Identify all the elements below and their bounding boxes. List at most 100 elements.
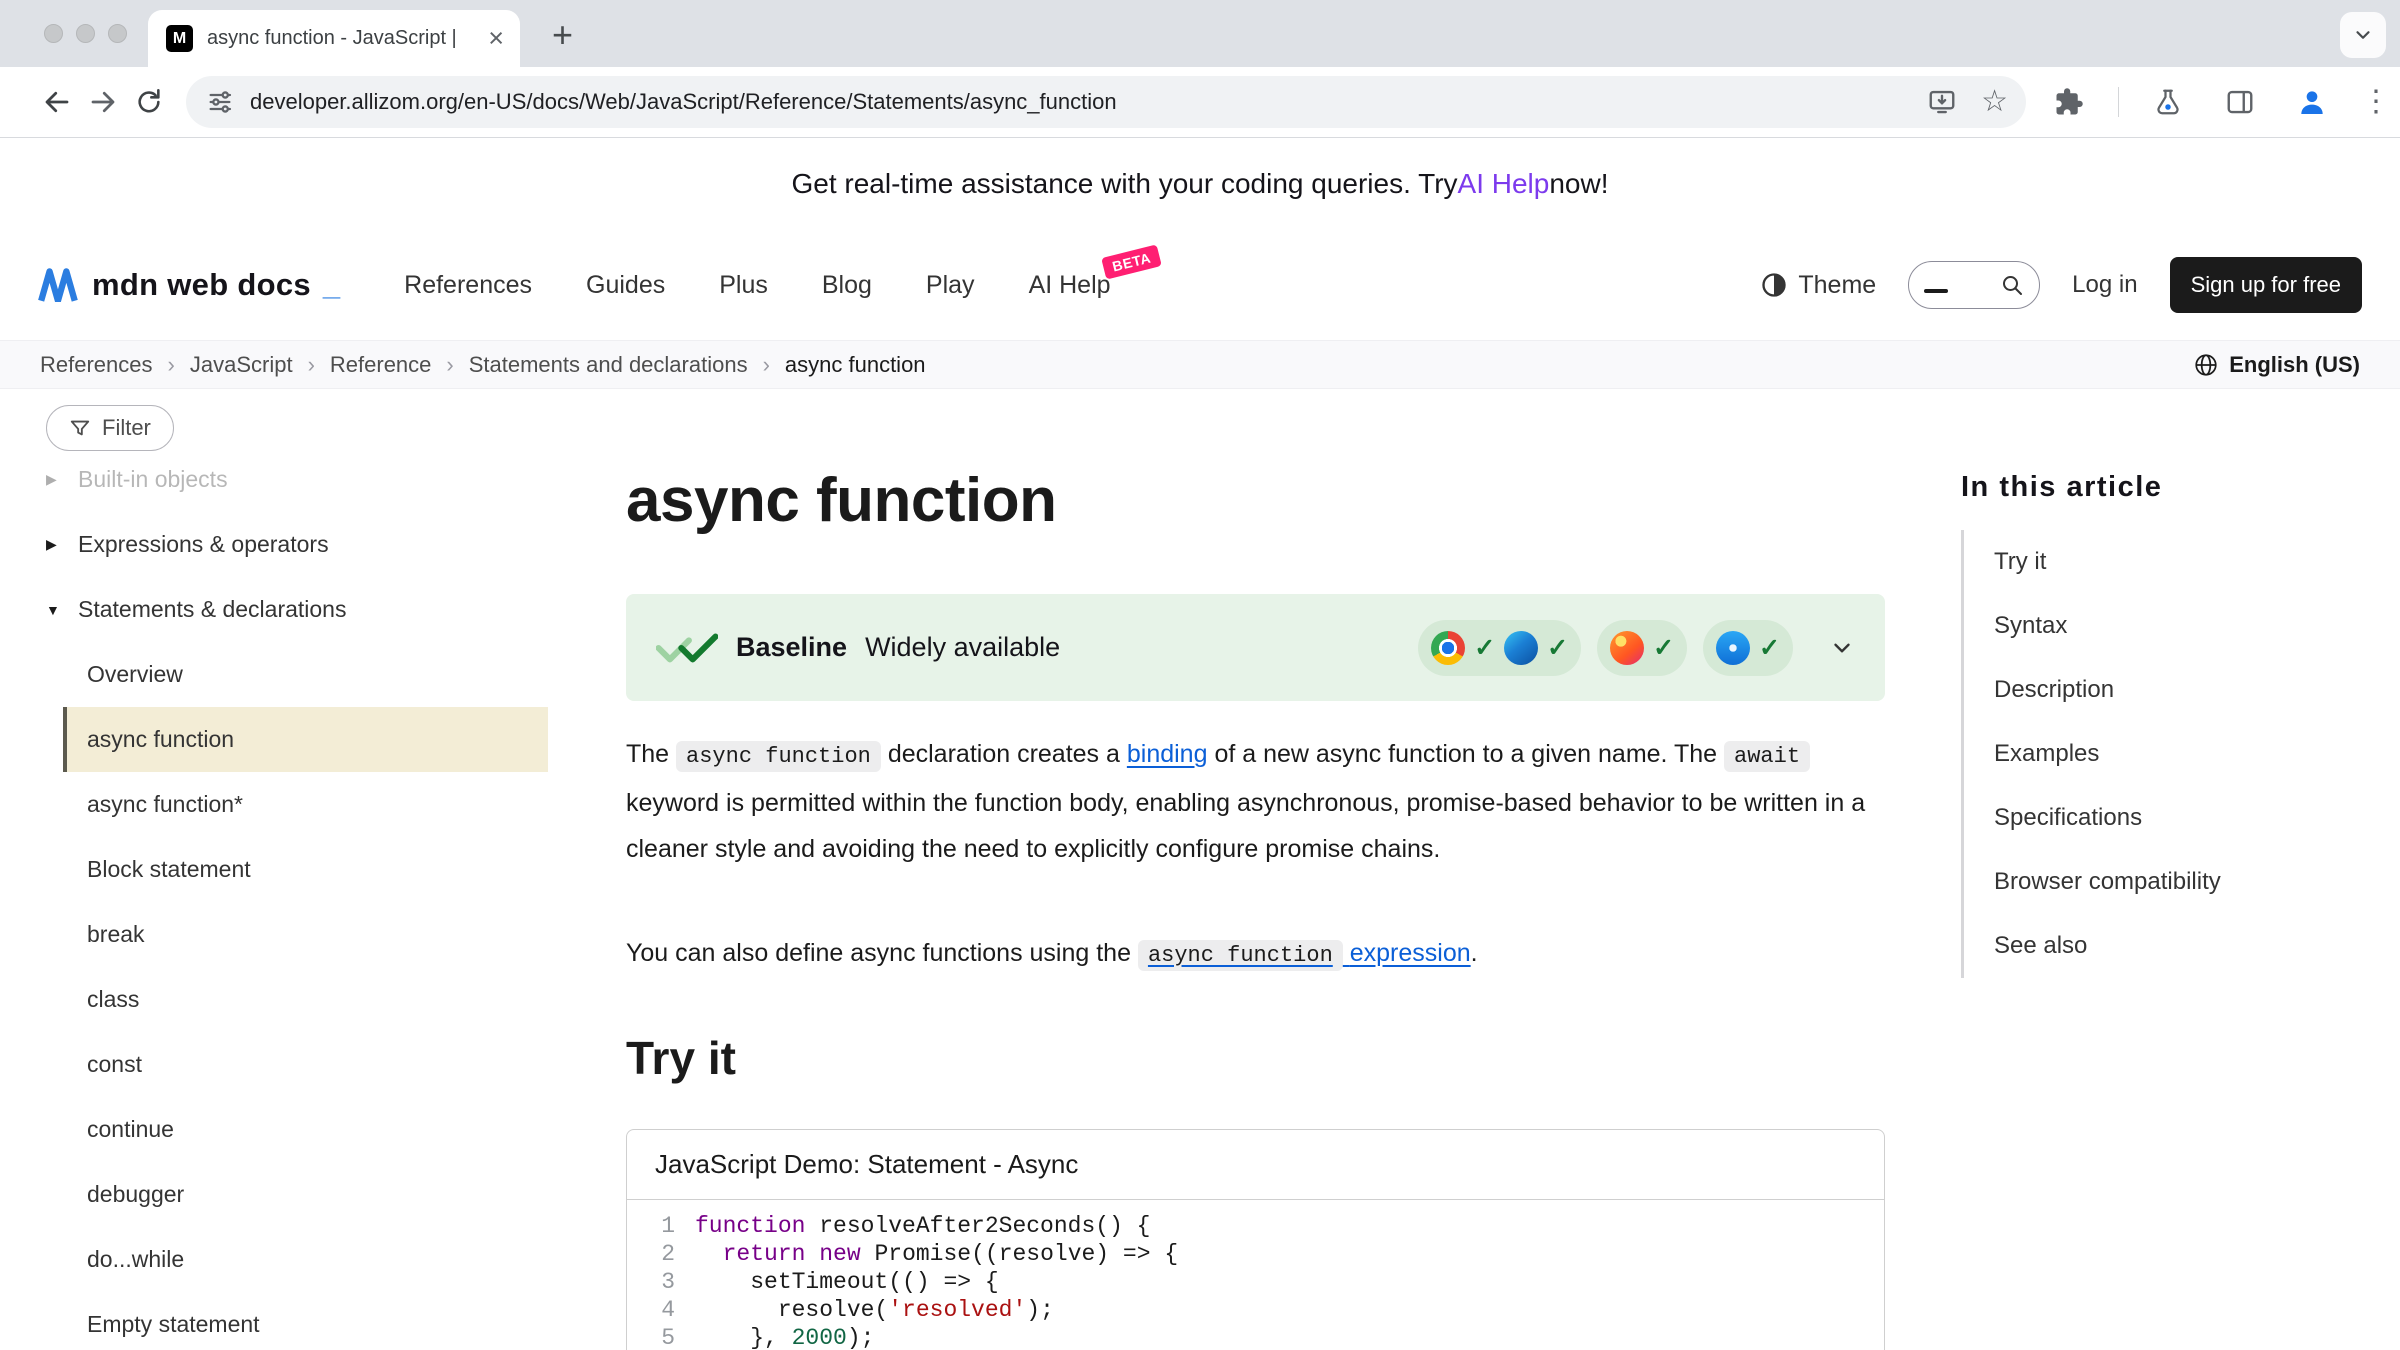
code-lines[interactable]: function resolveAfter2Seconds() { return… <box>675 1212 1178 1350</box>
breadcrumb-separator: › <box>168 352 175 378</box>
intro-paragraph: The async function declaration creates a… <box>626 731 1885 872</box>
baseline-banner: Baseline Widely available ✓ ✓ ✓ ✓ <box>626 594 1885 701</box>
nav-ai-help[interactable]: AI HelpBETA <box>1029 271 1111 300</box>
toc-syntax[interactable]: Syntax <box>1994 594 2371 658</box>
try-it-heading: Try it <box>626 1031 1885 1085</box>
globe-icon <box>2193 352 2219 378</box>
breadcrumb-statements[interactable]: Statements and declarations <box>469 352 748 378</box>
filter-funnel-icon <box>69 417 91 439</box>
mdn-logo-text: mdn web docs <box>92 267 311 303</box>
async-function-expression-link[interactable]: async function expression <box>1138 939 1471 967</box>
address-bar[interactable]: developer.allizom.org/en-US/docs/Web/Jav… <box>186 76 2026 128</box>
search-icon[interactable] <box>2000 273 2024 297</box>
browser-toolbar: developer.allizom.org/en-US/docs/Web/Jav… <box>0 67 2400 138</box>
inline-code: await <box>1724 741 1810 772</box>
support-pill-firefox: ✓ <box>1597 620 1687 676</box>
back-arrow-icon <box>42 87 72 117</box>
url-text[interactable]: developer.allizom.org/en-US/docs/Web/Jav… <box>250 89 1903 115</box>
profile-button[interactable] <box>2289 79 2335 125</box>
toc-browser-compatibility[interactable]: Browser compatibility <box>1994 850 2371 914</box>
reload-button[interactable] <box>126 79 172 125</box>
window-minimize-button[interactable] <box>76 24 95 43</box>
chevron-down-icon: ▼ <box>46 602 78 618</box>
toc-description[interactable]: Description <box>1994 658 2371 722</box>
browser-support-icons: ✓ ✓ ✓ ✓ <box>1418 620 1793 676</box>
page-title: async function <box>626 465 1885 536</box>
promo-text: Get real-time assistance with your codin… <box>791 168 1457 200</box>
language-switcher[interactable]: English (US) <box>2193 352 2360 378</box>
chrome-icon <box>1431 631 1465 665</box>
search-cursor <box>1924 289 1948 293</box>
firefox-icon <box>1610 631 1644 665</box>
safari-icon <box>1716 631 1750 665</box>
article-page: Filter ▶Built-in objects ▶Expressions & … <box>0 389 2400 1350</box>
baseline-expand-button[interactable] <box>1829 635 1855 661</box>
binding-link[interactable]: binding <box>1127 740 1208 768</box>
code-gutter: 123456 <box>627 1212 675 1350</box>
breadcrumb-javascript[interactable]: JavaScript <box>190 352 293 378</box>
browser-tab[interactable]: M async function - JavaScript | × <box>148 10 520 67</box>
signup-button[interactable]: Sign up for free <box>2170 257 2362 313</box>
forward-button[interactable] <box>80 79 126 125</box>
site-header: mdn web docs_ References Guides Plus Blo… <box>0 230 2400 340</box>
site-settings-icon[interactable] <box>206 88 234 116</box>
sidebar-item-class[interactable]: class <box>46 967 548 1032</box>
baseline-check-icon <box>656 629 718 667</box>
back-button[interactable] <box>34 79 80 125</box>
nav-guides[interactable]: Guides <box>586 271 665 300</box>
tab-search-button[interactable] <box>2340 12 2386 58</box>
toolbar-actions: ⋮ <box>2046 79 2391 125</box>
mdn-logo[interactable]: mdn web docs_ <box>38 267 340 303</box>
sidebar-section-expressions-operators[interactable]: ▶Expressions & operators <box>46 512 548 577</box>
sidebar-item-empty-statement[interactable]: Empty statement <box>46 1292 548 1350</box>
expression-paragraph: You can also define async functions usin… <box>626 930 1885 979</box>
browser-menu-button[interactable]: ⋮ <box>2361 87 2391 117</box>
sidebar-item-continue[interactable]: continue <box>46 1097 548 1162</box>
tab-close-icon[interactable]: × <box>488 25 504 52</box>
theme-icon <box>1760 271 1788 299</box>
flask-icon <box>2153 87 2183 117</box>
code-editor[interactable]: 123456 function resolveAfter2Seconds() {… <box>627 1200 1884 1350</box>
nav-blog[interactable]: Blog <box>822 271 872 300</box>
toc-specifications[interactable]: Specifications <box>1994 786 2371 850</box>
sidebar-item-const[interactable]: const <box>46 1032 548 1097</box>
sidebar-item-do-while[interactable]: do...while <box>46 1227 548 1292</box>
new-tab-button[interactable]: + <box>552 14 573 56</box>
nav-plus[interactable]: Plus <box>719 271 768 300</box>
sidebar-item-break[interactable]: break <box>46 902 548 967</box>
check-icon: ✓ <box>1474 633 1495 663</box>
sidebar-filter-button[interactable]: Filter <box>46 405 174 451</box>
sidebar-item-debugger[interactable]: debugger <box>46 1162 548 1227</box>
side-panel-button[interactable] <box>2217 79 2263 125</box>
search-input[interactable] <box>1908 261 2040 309</box>
header-actions: Theme Log in Sign up for free <box>1760 257 2362 313</box>
breadcrumb-current-page[interactable]: async function <box>785 352 926 378</box>
sidebar-item-overview[interactable]: Overview <box>46 642 548 707</box>
baseline-status: Widely available <box>865 632 1060 663</box>
install-app-button[interactable] <box>1919 79 1965 125</box>
nav-play[interactable]: Play <box>926 271 975 300</box>
sidebar-section-statements-declarations[interactable]: ▼Statements & declarations <box>46 577 548 642</box>
sidebar-item-async-function-star[interactable]: async function* <box>46 772 548 837</box>
check-icon: ✓ <box>1653 633 1674 663</box>
window-close-button[interactable] <box>44 24 63 43</box>
sidebar-item-block-statement[interactable]: Block statement <box>46 837 548 902</box>
sidebar-item-async-function[interactable]: async function <box>63 707 548 772</box>
breadcrumb-separator: › <box>308 352 315 378</box>
login-link[interactable]: Log in <box>2072 271 2137 299</box>
tab-title: async function - JavaScript | <box>207 27 474 50</box>
toc-examples[interactable]: Examples <box>1994 722 2371 786</box>
window-zoom-button[interactable] <box>108 24 127 43</box>
toc-see-also[interactable]: See also <box>1994 914 2371 978</box>
breadcrumb-reference[interactable]: Reference <box>330 352 432 378</box>
ai-help-promo-link[interactable]: AI Help <box>1458 168 1550 200</box>
header-nav: References Guides Plus Blog Play AI Help… <box>404 271 1110 300</box>
labs-button[interactable] <box>2145 79 2191 125</box>
toc-try-it[interactable]: Try it <box>1994 530 2371 594</box>
breadcrumb-references[interactable]: References <box>40 352 153 378</box>
extensions-button[interactable] <box>2046 79 2092 125</box>
bookmark-star-icon[interactable]: ☆ <box>1981 87 2008 117</box>
sidebar-section-built-in-objects[interactable]: ▶Built-in objects <box>46 447 548 512</box>
theme-switcher[interactable]: Theme <box>1760 271 1876 300</box>
nav-references[interactable]: References <box>404 271 532 300</box>
